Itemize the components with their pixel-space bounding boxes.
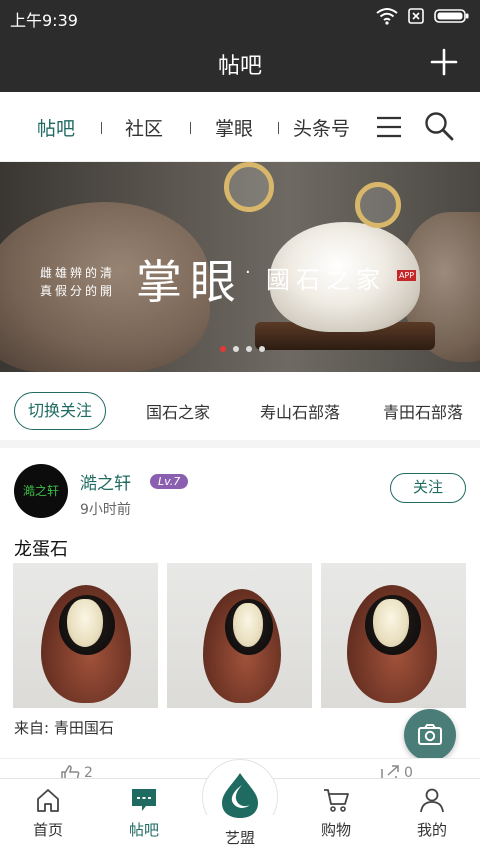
wifi-icon	[376, 8, 398, 25]
carousel-dot[interactable]	[233, 346, 239, 352]
menu-icon[interactable]	[374, 112, 404, 142]
carved-figure	[373, 599, 409, 647]
dragon-egg-stone-image	[347, 585, 437, 703]
plus-icon	[430, 48, 458, 76]
source-prefix: 来自:	[14, 719, 50, 737]
channel-qingtian[interactable]: 青田石部落	[383, 399, 463, 423]
camera-button[interactable]	[404, 709, 456, 761]
source-link[interactable]: 青田国石	[54, 719, 114, 737]
post-image[interactable]	[167, 563, 312, 708]
banner-brand: 掌眼	[136, 255, 244, 309]
nav-shopping[interactable]: 购物	[296, 787, 376, 840]
drop-logo-icon	[222, 773, 258, 818]
dragon-egg-stone-image	[203, 589, 281, 703]
carousel-dot[interactable]	[220, 346, 226, 352]
post-author[interactable]: 澔之轩	[80, 469, 131, 494]
cart-icon	[324, 789, 349, 812]
carousel-dot[interactable]	[259, 346, 265, 352]
channel-shoushan[interactable]: 寿山石部落	[260, 399, 340, 423]
tab-bar: 帖吧 社区 掌眼 头条号	[0, 92, 480, 162]
carousel-dot[interactable]	[246, 346, 252, 352]
bottom-nav: 首页 帖吧 艺盟 购物 我的	[0, 759, 480, 853]
status-icons	[376, 7, 470, 25]
post-time: 9小时前	[80, 502, 131, 518]
tab-separator	[278, 122, 279, 134]
status-time: 上午9:39	[10, 11, 78, 30]
follow-button[interactable]: 关注	[390, 473, 466, 503]
carved-figure	[67, 599, 103, 647]
nav-label: 我的	[416, 821, 447, 839]
magnifier-icon	[355, 182, 401, 228]
banner-subtitle: 國石之家	[266, 266, 386, 294]
nav-home[interactable]: 首页	[8, 787, 88, 840]
switch-follow-button[interactable]: 切换关注	[14, 392, 106, 430]
nav-label: 帖吧	[128, 821, 159, 839]
add-post-button[interactable]	[428, 46, 460, 78]
post-image[interactable]	[321, 563, 466, 708]
promo-banner[interactable]: 雌雄辨的清 真假分的開 掌眼 · 國石之家 APP	[0, 162, 480, 372]
battery-icon	[434, 9, 469, 23]
nav-profile[interactable]: 我的	[392, 787, 472, 840]
carved-figure	[233, 603, 263, 647]
avatar[interactable]: 澔之轩	[14, 464, 68, 518]
tab-separator	[101, 122, 102, 134]
dragon-egg-stone-image	[41, 585, 131, 703]
profile-icon	[420, 788, 444, 813]
magnifier-icon	[224, 162, 274, 212]
forum-icon	[132, 789, 156, 811]
page-title: 帖吧	[217, 54, 262, 79]
post-title[interactable]: 龙蛋石	[14, 535, 68, 561]
banner-verse-line: 雌雄辨的清	[40, 266, 116, 280]
channel-row: 切换关注 国石之家 寿山石部落 青田石部落	[0, 372, 480, 448]
channel-guoshi[interactable]: 国石之家	[146, 399, 210, 423]
nav-label: 首页	[32, 821, 63, 839]
tab-separator	[190, 122, 191, 134]
carousel-indicator	[220, 346, 265, 352]
status-bar: 上午9:39	[0, 0, 480, 34]
camera-icon	[418, 724, 442, 745]
banner-app-tag: APP	[397, 270, 417, 281]
level-badge: Lv.7	[150, 474, 189, 489]
banner-verse: 雌雄辨的清 真假分的開	[40, 264, 115, 300]
nav-label: 艺盟	[224, 829, 255, 847]
tab-zhangyan[interactable]: 掌眼	[215, 114, 253, 141]
post-source: 来自: 青田国石	[14, 717, 114, 738]
tab-tieba[interactable]: 帖吧	[37, 114, 75, 141]
nav-yimeng[interactable]: 艺盟	[200, 771, 280, 848]
post-image[interactable]	[13, 563, 158, 708]
no-sim-icon	[408, 8, 424, 24]
title-bar: 帖吧	[0, 34, 480, 92]
nav-tieba[interactable]: 帖吧	[104, 787, 184, 840]
nav-label: 购物	[320, 821, 351, 839]
home-icon	[37, 789, 59, 812]
tab-headlines[interactable]: 头条号	[293, 114, 350, 141]
search-icon[interactable]	[423, 110, 455, 142]
tab-community[interactable]: 社区	[125, 114, 163, 141]
banner-verse-line: 真假分的開	[40, 284, 116, 298]
banner-separator: ·	[245, 262, 251, 283]
